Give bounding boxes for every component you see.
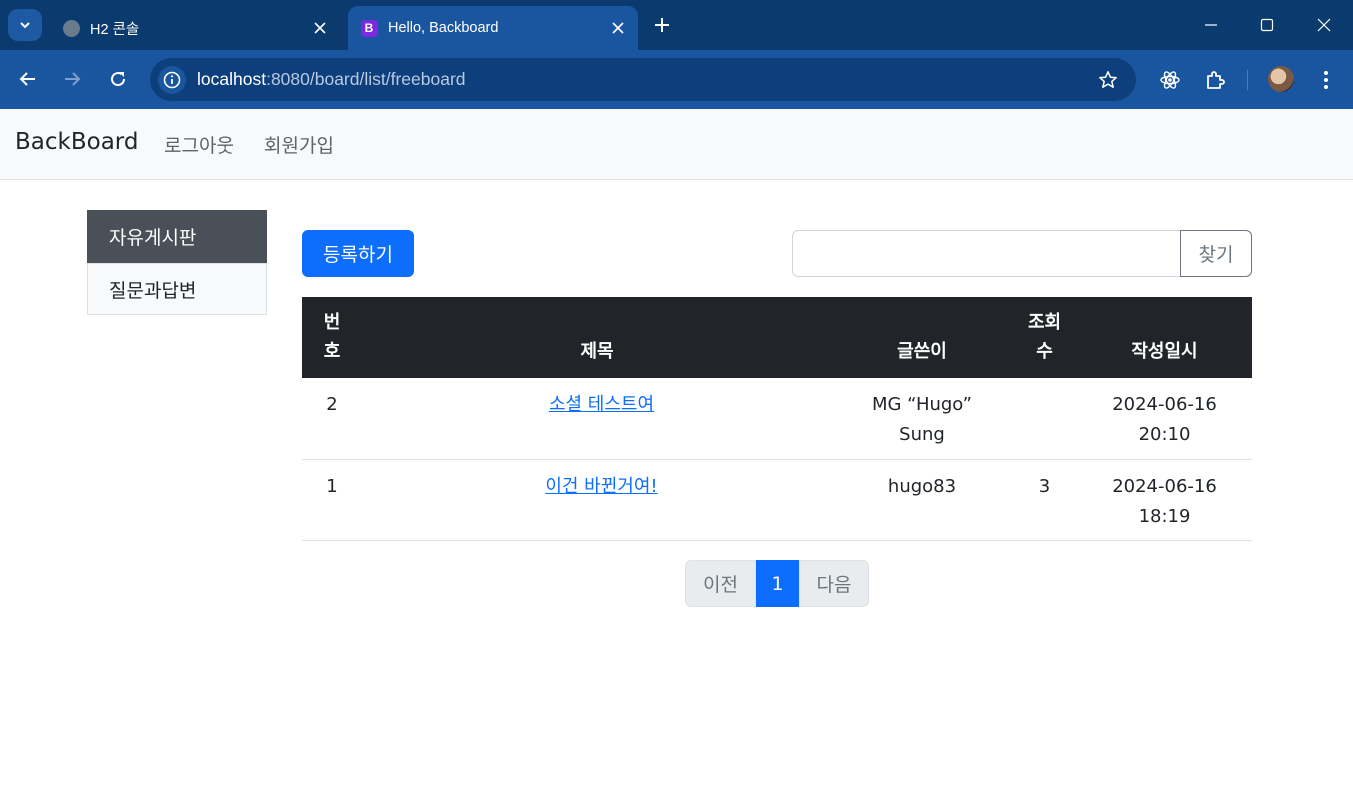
cell-writer: MG “Hugo” Sung	[832, 378, 1012, 460]
tab-title: Hello, Backboard	[388, 20, 499, 36]
pagination-page-current[interactable]: 1	[756, 560, 799, 607]
close-icon[interactable]	[309, 17, 331, 39]
chevron-down-icon	[20, 22, 30, 29]
profile-avatar[interactable]	[1268, 66, 1294, 92]
bootstrap-icon: B	[360, 19, 378, 37]
sidebar-item-qna[interactable]: 질문과답변	[87, 263, 267, 315]
url-text[interactable]: localhost:8080/board/list/freeboard	[197, 69, 466, 90]
plus-icon	[655, 18, 669, 32]
browser-tab-backboard[interactable]: B Hello, Backboard	[348, 6, 638, 50]
toolbar-divider	[1247, 70, 1248, 90]
register-button[interactable]: 등록하기	[302, 230, 414, 277]
reload-icon	[111, 72, 126, 87]
url-host: localhost	[197, 69, 267, 89]
column-header-writer: 글쓴이	[832, 297, 1012, 378]
table-row: 2 소셜 테스트여 MG “Hugo” Sung 2024-06-16 20:10	[302, 378, 1252, 460]
arrow-right-icon	[65, 72, 81, 86]
address-bar[interactable]: localhost:8080/board/list/freeboard	[150, 58, 1136, 101]
sidebar-item-freeboard[interactable]: 자유게시판	[87, 210, 267, 263]
cell-date: 2024-06-16 20:10	[1077, 378, 1252, 460]
minimize-icon	[1205, 24, 1217, 26]
window-close-button[interactable]	[1309, 12, 1339, 38]
page-content: BackBoard 로그아웃 회원가입 자유게시판 질문과답변 등록하기 찾기 …	[0, 109, 1353, 803]
info-icon[interactable]	[158, 66, 186, 94]
globe-icon	[62, 19, 80, 37]
search-input[interactable]	[792, 230, 1181, 277]
category-sidebar: 자유게시판 질문과답변	[87, 210, 267, 315]
nav-link-logout[interactable]: 로그아웃	[164, 131, 234, 158]
cell-no: 2	[302, 378, 362, 460]
table-header: 번호 제목 글쓴이 조회 수 작성일시	[302, 297, 1252, 378]
minimize-button[interactable]	[1196, 12, 1226, 38]
cell-no: 1	[302, 459, 362, 541]
brand-link[interactable]: BackBoard	[15, 129, 138, 155]
react-devtools-icon[interactable]	[1157, 67, 1183, 93]
pagination: 이전 1 다음	[685, 560, 869, 607]
post-title-link[interactable]: 이건 바뀐거여!	[545, 476, 657, 497]
column-header-title: 제목	[362, 297, 832, 378]
column-header-views: 조회 수	[1012, 297, 1077, 378]
cell-writer: hugo83	[832, 459, 1012, 541]
post-table: 번호 제목 글쓴이 조회 수 작성일시 2 소셜 테스트여 MG “Hugo” Su…	[302, 297, 1252, 541]
maximize-icon	[1260, 18, 1274, 32]
search-button[interactable]: 찾기	[1180, 230, 1252, 277]
new-tab-button[interactable]	[650, 13, 674, 37]
cell-views: 3	[1012, 459, 1077, 541]
kebab-menu-icon[interactable]	[1313, 67, 1339, 93]
browser-tab-bar: H2 콘솔 B Hello, Backboard	[0, 0, 1353, 50]
table-row: 1 이건 바뀐거여! hugo83 3 2024-06-16 18:19	[302, 459, 1252, 541]
reload-button[interactable]	[103, 64, 133, 94]
browser-toolbar: localhost:8080/board/list/freeboard	[0, 50, 1353, 109]
top-navbar: BackBoard 로그아웃 회원가입	[0, 109, 1353, 180]
extensions-icon[interactable]	[1202, 67, 1228, 93]
pagination-prev[interactable]: 이전	[685, 560, 756, 607]
pagination-next[interactable]: 다음	[799, 560, 869, 607]
nav-link-signup[interactable]: 회원가입	[264, 131, 334, 158]
tab-title: H2 콘솔	[90, 21, 140, 38]
maximize-button[interactable]	[1252, 12, 1282, 38]
browser-tab-h2-console[interactable]: H2 콘솔	[50, 6, 340, 50]
back-button[interactable]	[13, 64, 43, 94]
url-path: :8080/board/list/freeboard	[266, 69, 466, 89]
post-title-link[interactable]: 소셜 테스트여	[549, 394, 654, 415]
close-icon[interactable]	[607, 17, 629, 39]
column-header-date: 작성일시	[1077, 297, 1252, 378]
column-header-no: 번호	[302, 297, 362, 378]
bookmark-star-icon[interactable]	[1096, 68, 1120, 92]
tab-search-button[interactable]	[8, 9, 42, 41]
cell-date: 2024-06-16 18:19	[1077, 459, 1252, 541]
cell-title: 이건 바뀐거여!	[362, 459, 832, 541]
cell-title: 소셜 테스트여	[362, 378, 832, 460]
close-icon	[1317, 18, 1331, 32]
forward-button[interactable]	[57, 64, 87, 94]
cell-views	[1012, 378, 1077, 460]
arrow-left-icon	[19, 72, 35, 86]
